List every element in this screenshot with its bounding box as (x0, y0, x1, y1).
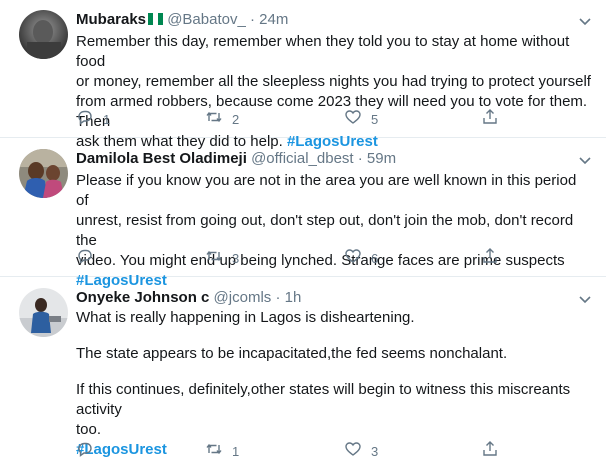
author-handle[interactable]: @official_dbest (251, 150, 354, 167)
share-icon (481, 440, 499, 464)
tweet-header: Onyeke Johnson c @jcomls · 1h (76, 288, 566, 308)
separator-dot: · (275, 289, 281, 306)
reply-icon (76, 440, 94, 464)
chevron-down-icon[interactable] (578, 14, 592, 28)
tweet-feed: Mubaraks @Babatov_ · 24m Remember this d… (0, 0, 606, 475)
retweet-icon (205, 108, 223, 132)
tweet[interactable]: Mubaraks @Babatov_ · 24m Remember this d… (0, 0, 606, 150)
retweet-icon (205, 247, 223, 271)
retweet-icon (205, 440, 223, 464)
like-icon (344, 247, 362, 271)
like-icon (344, 440, 362, 464)
tweet-text-line: unrest, resist from going out, don't ste… (76, 212, 574, 249)
reply-icon (76, 108, 94, 132)
tweet-text: What is really happening in Lagos is dis… (76, 308, 592, 460)
reply-count: 1 (103, 112, 111, 127)
share-icon (481, 108, 499, 132)
avatar[interactable] (19, 149, 68, 198)
like-button[interactable]: 5 (344, 110, 378, 130)
author-name[interactable]: Mubaraks (76, 11, 146, 28)
author-handle[interactable]: @Babatov_ (167, 11, 246, 28)
chevron-down-icon[interactable] (578, 292, 592, 306)
like-button[interactable]: 3 (344, 442, 378, 462)
like-count: 3 (371, 444, 379, 459)
tweet-actions: 1 3 (76, 440, 516, 464)
avatar[interactable] (19, 288, 68, 337)
retweet-button[interactable]: 2 (205, 110, 239, 130)
like-button[interactable]: 6 (344, 249, 378, 269)
share-button[interactable] (481, 108, 499, 132)
like-count: 5 (371, 112, 379, 127)
tweet-actions: 3 6 (76, 247, 516, 271)
retweet-count: 2 (232, 112, 240, 127)
tweet-actions: 1 2 5 (76, 108, 516, 132)
tweet[interactable]: Onyeke Johnson c @jcomls · 1h What is re… (0, 278, 606, 475)
timestamp[interactable]: 24m (259, 11, 288, 28)
separator-dot: · (250, 11, 255, 28)
like-icon (344, 108, 362, 132)
tweet-text-line: Remember this day, remember when they to… (76, 33, 570, 70)
separator-dot: · (357, 150, 363, 167)
author-name[interactable]: Onyeke Johnson c (76, 289, 209, 306)
retweet-button[interactable]: 3 (205, 249, 239, 269)
author-handle[interactable]: @jcomls (214, 289, 272, 306)
tweet-text-line: too. (76, 421, 102, 438)
tweet-text-line: If this continues, definitely,other stat… (76, 381, 571, 418)
reply-button[interactable] (76, 249, 103, 269)
tweet-text: Please if you know you are not in the ar… (76, 171, 592, 291)
like-count: 6 (371, 251, 379, 266)
tweet-text-paragraph: What is really happening in Lagos is dis… (76, 309, 415, 326)
share-button[interactable] (481, 440, 499, 464)
tweet[interactable]: Damilola Best Oladimeji @official_dbest … (0, 139, 606, 289)
share-icon (481, 247, 499, 271)
timestamp[interactable]: 1h (285, 289, 302, 306)
tweet-text: Remember this day, remember when they to… (76, 32, 592, 152)
chevron-down-icon[interactable] (578, 153, 592, 167)
retweet-button[interactable]: 1 (205, 442, 239, 462)
tweet-text-paragraph: The state appears to be incapacitated,th… (76, 345, 508, 362)
share-button[interactable] (481, 247, 499, 271)
tweet-text-line: or money, remember all the sleepless nig… (76, 73, 591, 90)
timestamp[interactable]: 59m (367, 150, 396, 167)
nigeria-flag-icon (148, 12, 164, 26)
reply-button[interactable] (76, 442, 103, 462)
avatar[interactable] (19, 10, 68, 59)
reply-button[interactable]: 1 (76, 110, 110, 130)
tweet-text-line: Please if you know you are not in the ar… (76, 172, 577, 209)
tweet-header: Damilola Best Oladimeji @official_dbest … (76, 149, 566, 169)
author-name[interactable]: Damilola Best Oladimeji (76, 150, 247, 167)
retweet-count: 3 (232, 251, 240, 266)
retweet-count: 1 (232, 444, 240, 459)
reply-icon (76, 247, 94, 271)
tweet-header: Mubaraks @Babatov_ · 24m (76, 10, 566, 30)
